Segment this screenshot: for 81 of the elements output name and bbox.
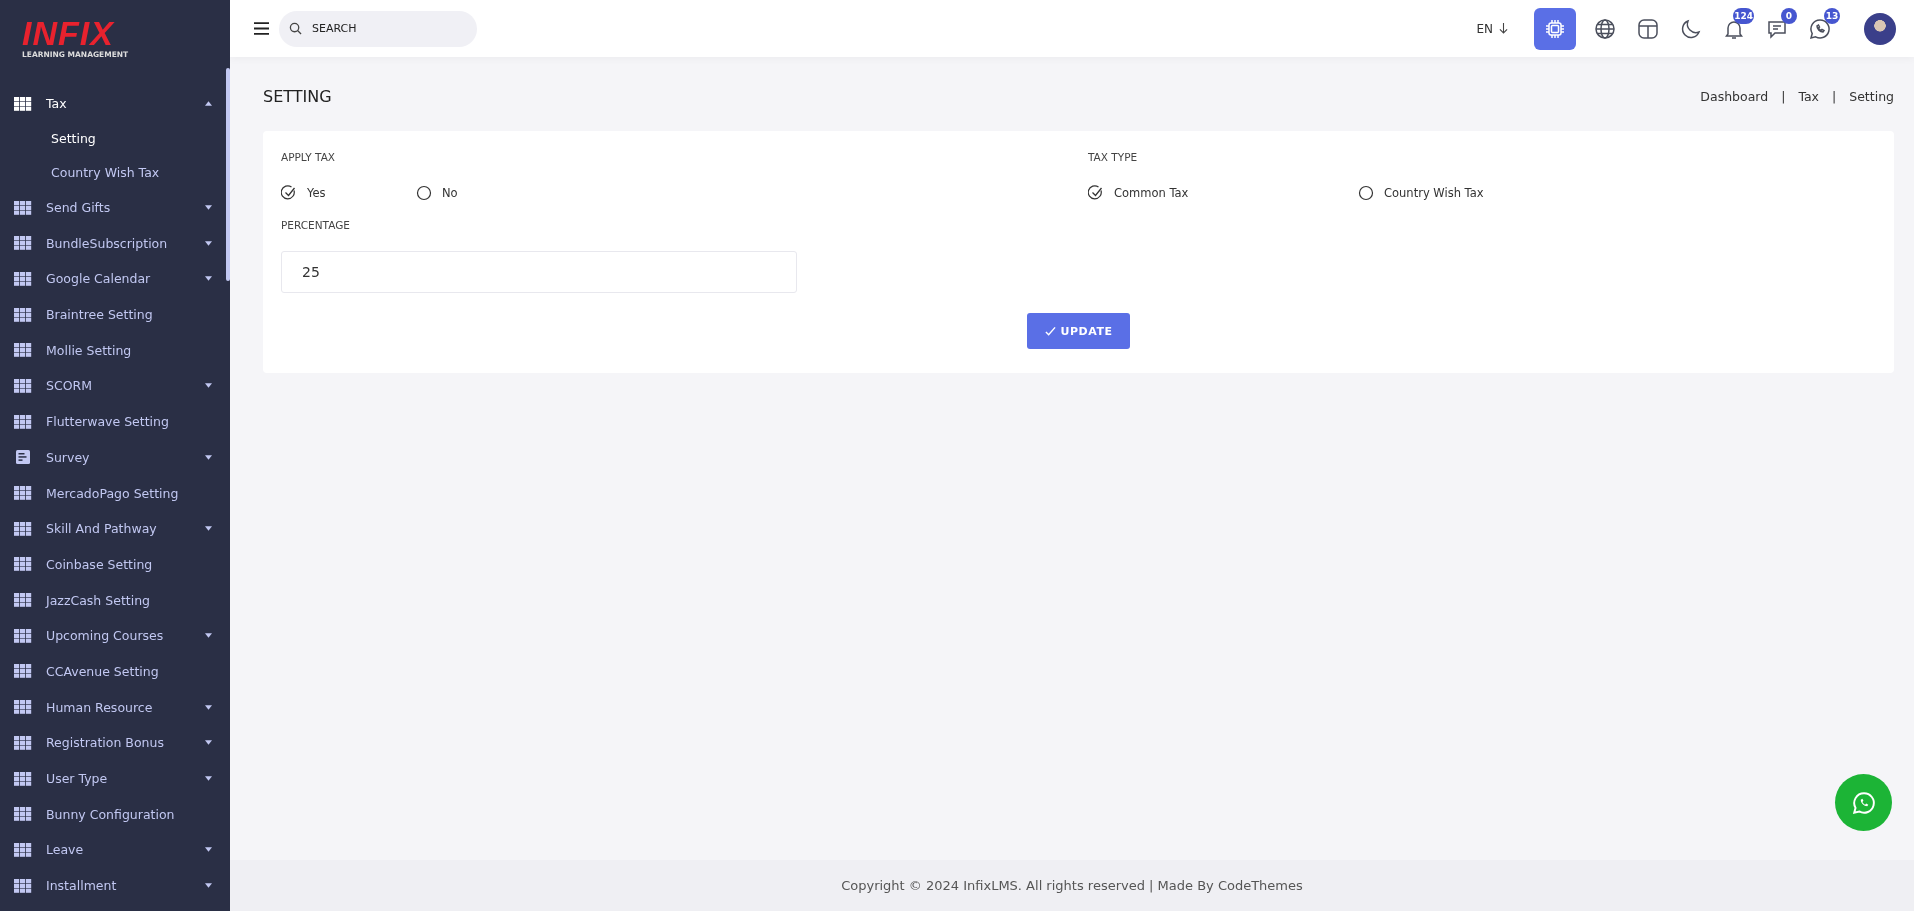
grid-icon bbox=[14, 378, 32, 393]
breadcrumb-link[interactable]: Setting bbox=[1849, 88, 1894, 104]
document-icon bbox=[14, 450, 32, 465]
percentage-input[interactable]: 25 bbox=[281, 251, 797, 293]
radio-option[interactable]: Yes bbox=[281, 185, 416, 201]
breadcrumb-separator: | bbox=[1781, 88, 1786, 104]
count-badge: 0 bbox=[1781, 7, 1797, 24]
sidebar-item[interactable]: Bunny Configuration bbox=[0, 796, 230, 833]
breadcrumb-separator: | bbox=[1832, 88, 1837, 104]
field-label: PERCENTAGE bbox=[281, 219, 351, 231]
grid-icon bbox=[14, 343, 32, 358]
check-icon bbox=[1044, 325, 1056, 337]
grid-icon bbox=[14, 664, 32, 679]
grid-icon bbox=[14, 807, 32, 822]
sidebar-subitem[interactable]: Setting bbox=[0, 121, 230, 156]
layout-icon bbox=[1636, 16, 1660, 41]
phone-chat-button[interactable]: 13 bbox=[1799, 7, 1841, 50]
breadcrumb-link[interactable]: Tax bbox=[1798, 88, 1819, 104]
field-label: TAX TYPE bbox=[1088, 151, 1139, 163]
whatsapp-icon bbox=[1850, 789, 1877, 816]
radio-option[interactable]: No bbox=[416, 185, 551, 201]
sidebar-item[interactable]: MercadoPago Setting bbox=[0, 475, 230, 511]
radio-option[interactable]: Common Tax bbox=[1088, 185, 1358, 201]
notifications-button[interactable]: 124 bbox=[1713, 7, 1755, 50]
sidebar-item[interactable]: Braintree Setting bbox=[0, 296, 230, 333]
footer-text: Copyright © 2024 InfixLMS. All rights reserved | Made By CodeThemes bbox=[841, 878, 1303, 893]
count-badge: 124 bbox=[1733, 7, 1754, 24]
field-label: APPLY TAX bbox=[281, 151, 337, 163]
whatsapp-chat-button[interactable] bbox=[1835, 774, 1892, 831]
sidebar-subitem[interactable]: Country Wish Tax bbox=[0, 155, 230, 190]
scrollbar-thumb[interactable] bbox=[226, 68, 230, 281]
grid-icon bbox=[14, 593, 32, 608]
grid-icon bbox=[14, 771, 32, 786]
sidebar-item[interactable]: Google Calendar bbox=[0, 261, 230, 297]
globe-icon bbox=[1593, 16, 1617, 41]
grid-icon bbox=[14, 486, 32, 501]
sidebar-item[interactable]: Registration Bonus bbox=[0, 725, 230, 761]
update-button[interactable]: UPDATE bbox=[1026, 313, 1131, 349]
search-field[interactable]: SEARCH bbox=[279, 10, 477, 47]
sidebar-item[interactable]: Coinbase Setting bbox=[0, 546, 230, 583]
sidebar-item[interactable]: JazzCash Setting bbox=[0, 582, 230, 618]
count-badge: 13 bbox=[1824, 7, 1840, 24]
sidebar-item[interactable]: CCAvenue Setting bbox=[0, 653, 230, 690]
grid-icon bbox=[14, 271, 32, 286]
radio-option[interactable]: Country Wish Tax bbox=[1358, 185, 1628, 201]
sidebar-item[interactable]: Installment bbox=[0, 867, 230, 904]
sidebar-item[interactable]: Upcoming Courses bbox=[0, 617, 230, 654]
sidebar-item[interactable]: Leave bbox=[0, 832, 230, 868]
grid-icon bbox=[14, 236, 32, 251]
grid-icon bbox=[14, 842, 32, 857]
menu-icon[interactable] bbox=[254, 22, 269, 35]
page-title: SETTING bbox=[263, 86, 332, 106]
logo-wordmark: INFIX bbox=[22, 16, 114, 50]
sidebar-item[interactable]: Human Resource bbox=[0, 689, 230, 725]
sidebar-item[interactable]: User Type bbox=[0, 760, 230, 797]
language-selector[interactable]: EN bbox=[1476, 21, 1508, 36]
grid-icon bbox=[14, 735, 32, 750]
search-input[interactable]: SEARCH bbox=[310, 21, 464, 36]
grid-icon bbox=[14, 307, 32, 322]
messages-button[interactable]: 0 bbox=[1756, 7, 1798, 50]
sidebar-item[interactable]: BundleSubscription bbox=[0, 225, 230, 262]
ai-chip-button[interactable] bbox=[1534, 7, 1576, 50]
avatar[interactable] bbox=[1864, 12, 1896, 45]
search-icon bbox=[289, 22, 302, 35]
grid-icon bbox=[14, 628, 32, 643]
grid-icon bbox=[14, 414, 32, 429]
sidebar-item[interactable]: SCORM bbox=[0, 368, 230, 404]
arrow-down-icon bbox=[1499, 23, 1508, 34]
sidebar-item[interactable]: Mollie Setting bbox=[0, 332, 230, 369]
grid-icon bbox=[14, 700, 32, 715]
grid-icon bbox=[14, 96, 32, 111]
grid-icon bbox=[14, 200, 32, 215]
grid-icon bbox=[14, 878, 32, 893]
sidebar-item[interactable]: Survey bbox=[0, 439, 230, 476]
sidebar-item[interactable]: Flutterwave Setting bbox=[0, 403, 230, 440]
sidebar-item[interactable]: Tax bbox=[0, 86, 230, 122]
grid-icon bbox=[14, 557, 32, 572]
sidebar-item[interactable]: Send Gifts bbox=[0, 189, 230, 226]
grid-icon bbox=[14, 521, 32, 536]
sidebar-item[interactable]: Skill And Pathway bbox=[0, 510, 230, 547]
breadcrumb-link[interactable]: Dashboard bbox=[1700, 88, 1769, 104]
